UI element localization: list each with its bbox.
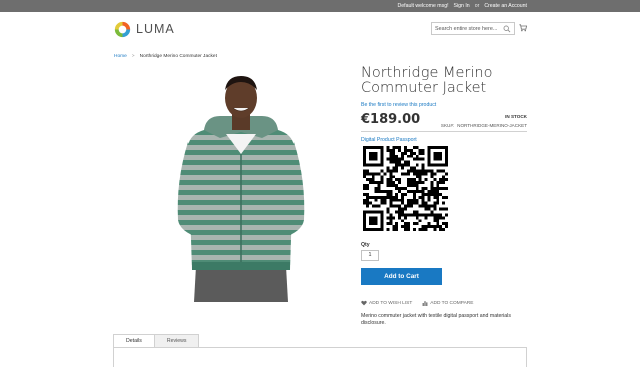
store-logo[interactable]: LUMA (114, 20, 175, 38)
stock-status: In stock (505, 114, 527, 119)
welcome-message: Default welcome msg! (397, 3, 449, 9)
qr-code[interactable] (363, 146, 448, 231)
sku-value: NORTHRIDGE-MERINO-JACKET (457, 123, 527, 128)
review-link[interactable]: Be the first to review this product (361, 102, 436, 108)
divider (361, 131, 527, 132)
sign-in-link[interactable]: Sign In (454, 3, 470, 9)
or-text: or (474, 3, 480, 9)
top-bar: Default welcome msg! Sign In or Create a… (0, 0, 640, 12)
qty-input[interactable]: 1 (361, 250, 379, 261)
compare-chart-icon (422, 301, 428, 306)
sku-row: SKU#: NORTHRIDGE-MERINO-JACKET (441, 123, 527, 128)
compare-label: Add to Compare (430, 300, 474, 306)
tab-panel (113, 347, 527, 367)
tab-details[interactable]: Details (113, 334, 155, 348)
luma-logo-icon (114, 21, 131, 37)
add-to-wishlist-link[interactable]: Add to Wish List (361, 300, 412, 306)
digital-product-passport-link[interactable]: Digital Product Passport (361, 137, 417, 143)
search-box[interactable] (431, 22, 515, 35)
cart-icon[interactable] (519, 24, 527, 32)
qty-label: Qty (361, 242, 370, 248)
product-tabs: Details Reviews (113, 334, 200, 348)
breadcrumb: Home > Northridge Merino Commuter Jacket (114, 54, 217, 59)
sku-label: SKU#: (440, 123, 455, 128)
wishlist-label: Add to Wish List (369, 300, 413, 306)
product-short-description: Merino commuter jacket with textile digi… (361, 313, 511, 326)
search-icon[interactable] (503, 25, 511, 33)
create-account-link[interactable]: Create an Account (484, 3, 527, 9)
add-to-compare-link[interactable]: Add to Compare (422, 300, 473, 306)
logo-text: LUMA (136, 22, 175, 36)
tab-reviews[interactable]: Reviews (153, 334, 200, 348)
product-title: Northridge Merino Commuter Jacket (361, 65, 493, 96)
heart-icon (361, 300, 367, 306)
product-image[interactable] (170, 70, 312, 302)
product-social-links: Add to Wish List Add to Compare (361, 300, 473, 306)
breadcrumb-home[interactable]: Home (114, 54, 127, 59)
header-links: Default welcome msg! Sign In or Create a… (398, 0, 528, 12)
product-price: €189.00 (361, 112, 421, 127)
search-input[interactable] (435, 24, 505, 34)
add-to-cart-button[interactable]: Add to Cart (361, 268, 442, 285)
breadcrumb-separator: > (131, 54, 135, 59)
breadcrumb-current: Northridge Merino Commuter Jacket (139, 54, 217, 59)
